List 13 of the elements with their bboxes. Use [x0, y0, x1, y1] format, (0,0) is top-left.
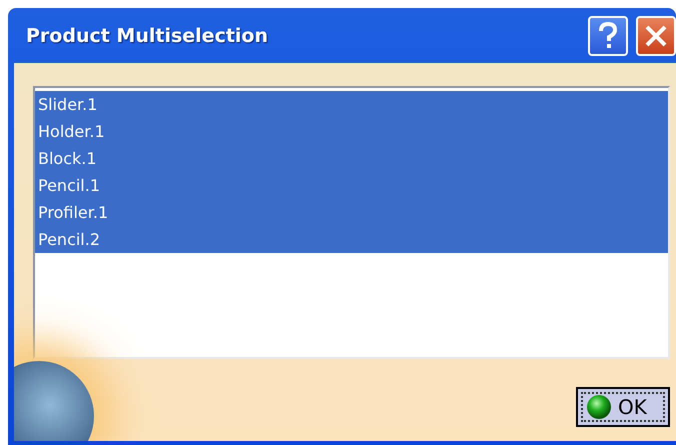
list-item[interactable]: Pencil.2 [35, 226, 668, 253]
list-item[interactable]: Holder.1 [35, 118, 668, 145]
list-item[interactable]: Pencil.1 [35, 172, 668, 199]
list-item[interactable]: Slider.1 [35, 91, 668, 118]
window-title: Product Multiselection [26, 24, 270, 46]
ball-icon [586, 394, 612, 420]
question-mark-icon [597, 22, 619, 50]
list-item[interactable]: Profiler.1 [35, 199, 668, 226]
help-button[interactable] [588, 16, 628, 56]
close-button[interactable] [636, 16, 676, 56]
list-item[interactable]: Block.1 [35, 145, 668, 172]
ok-button[interactable]: OK [576, 387, 670, 427]
close-icon [644, 24, 668, 48]
